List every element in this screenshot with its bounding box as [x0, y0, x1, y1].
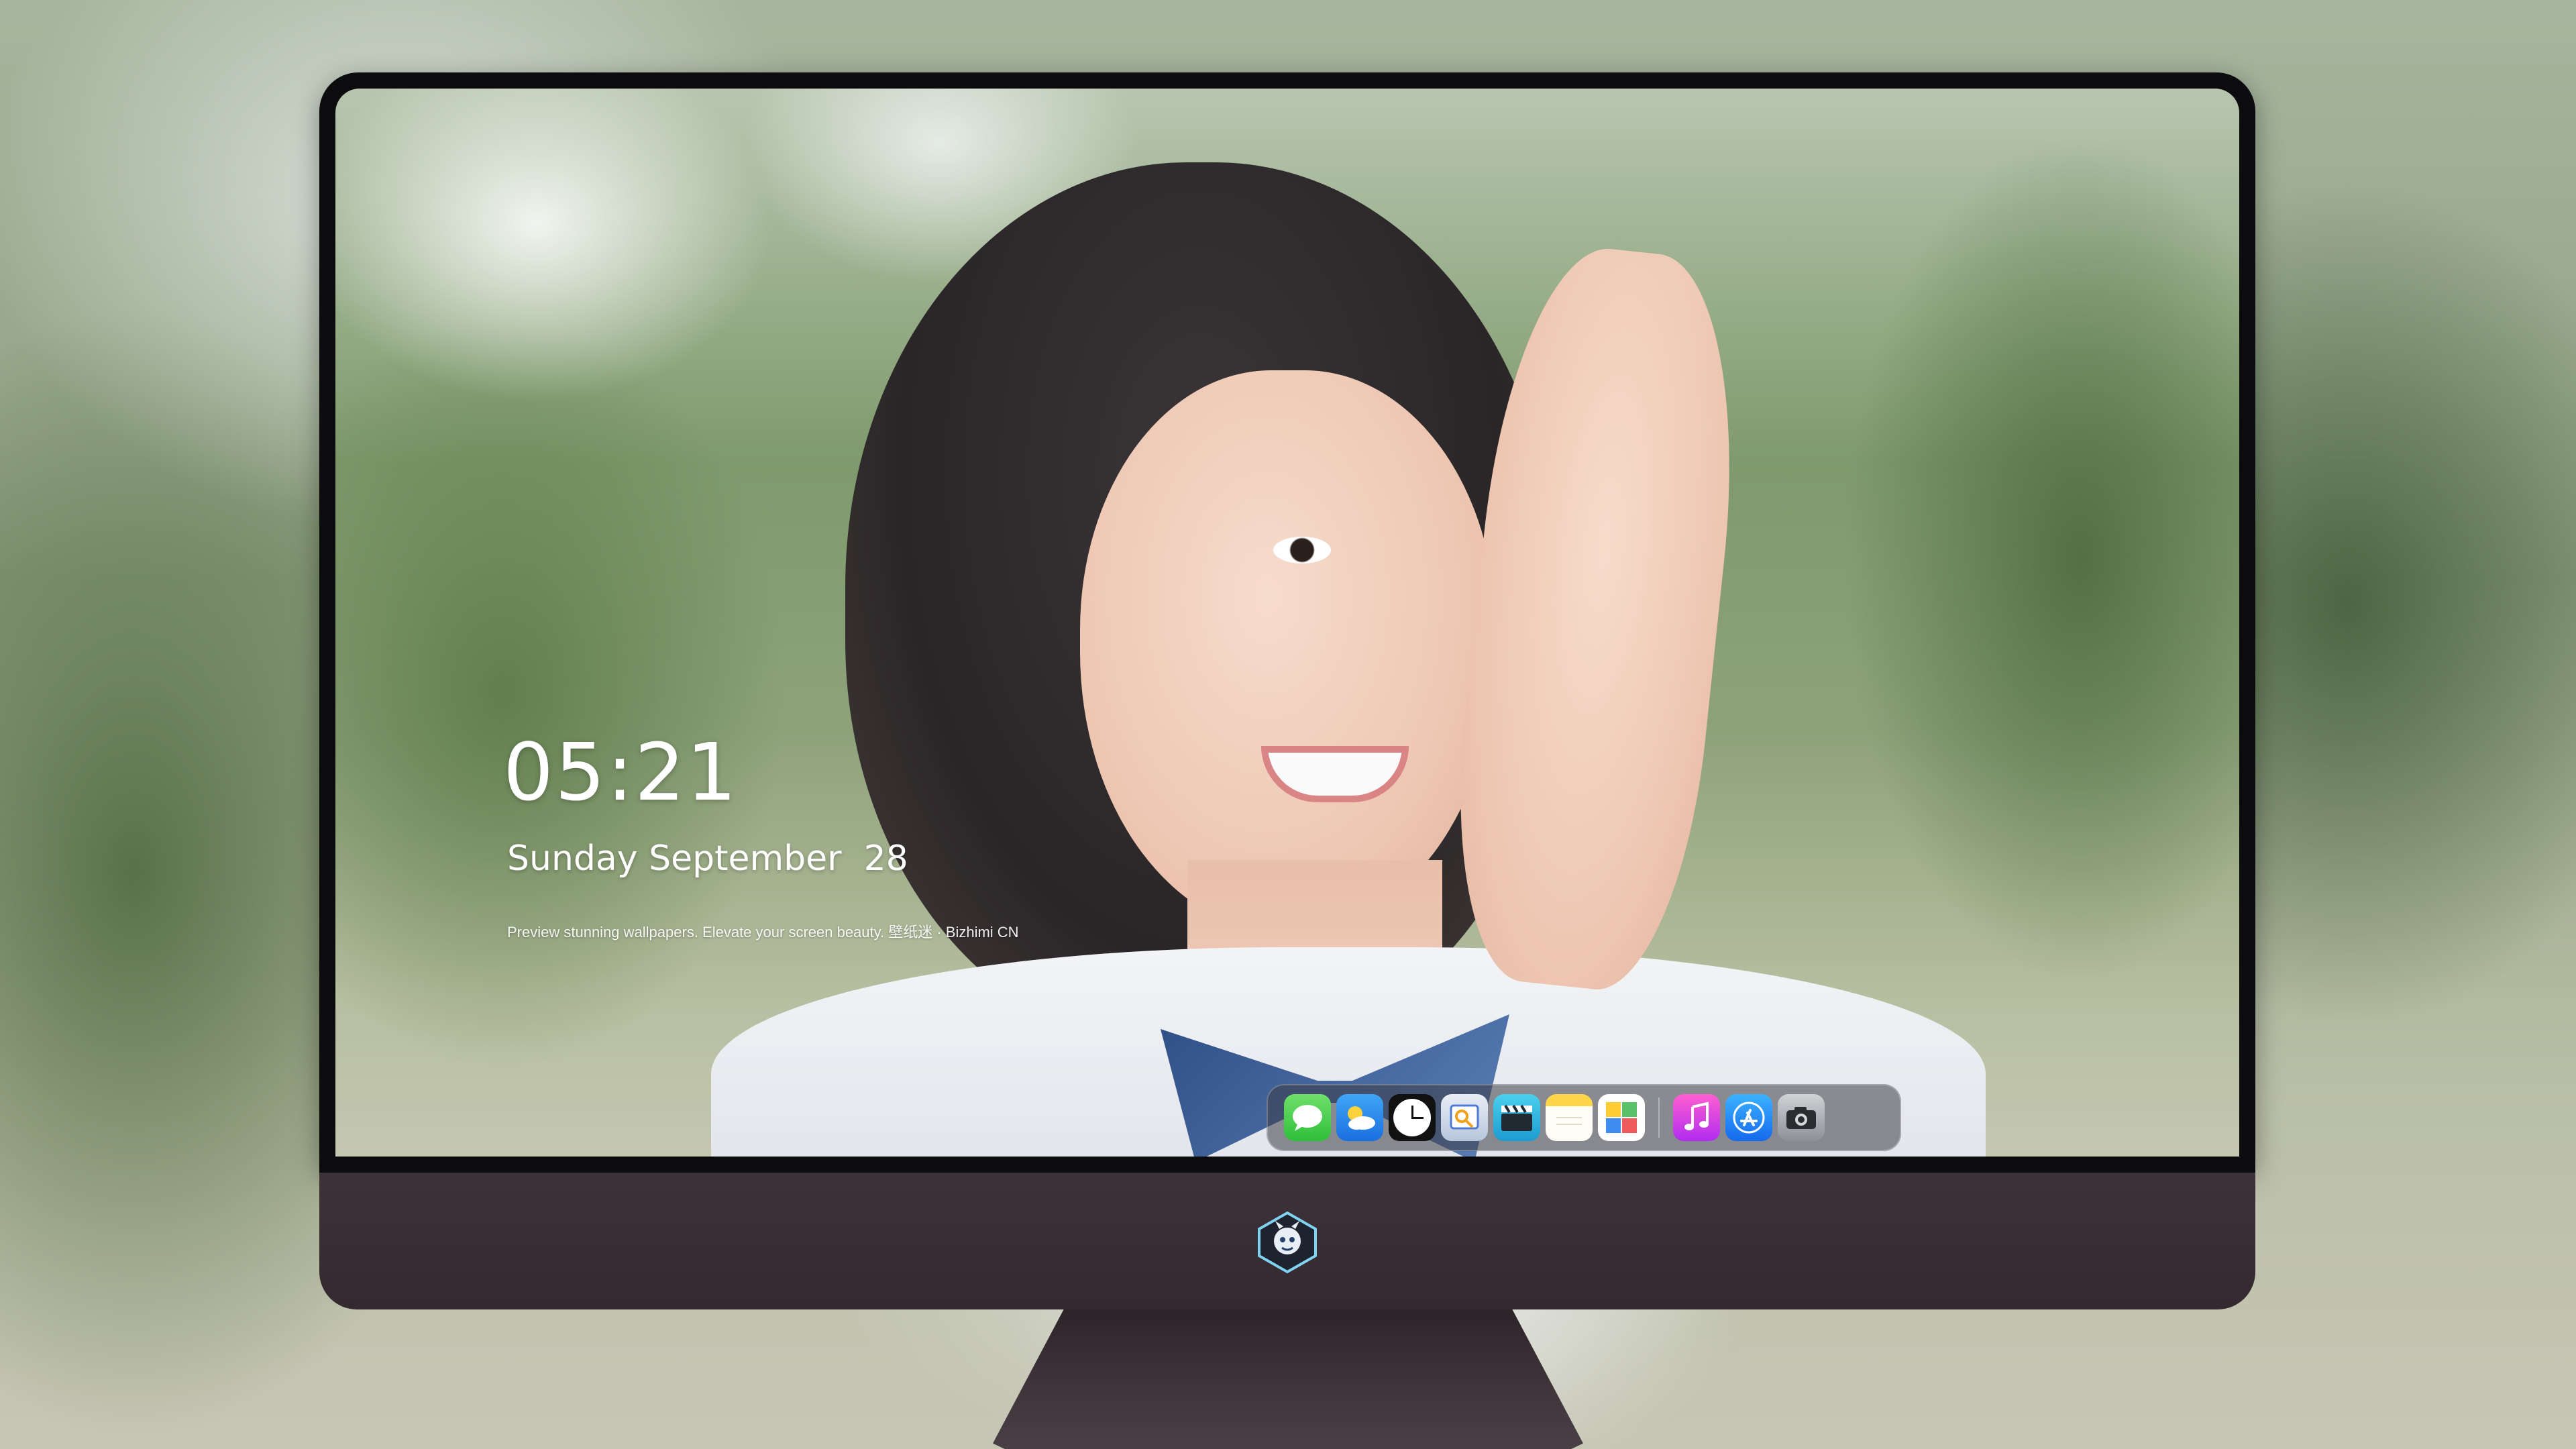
monitor-stand — [993, 1309, 1583, 1449]
clock-icon[interactable] — [1389, 1094, 1436, 1141]
wallpaper-eye — [1273, 537, 1331, 564]
lock-date: Sunday September 28 — [507, 839, 908, 879]
camera-icon[interactable] — [1778, 1094, 1825, 1141]
photos-icon[interactable] — [1598, 1094, 1645, 1141]
dock-separator — [1658, 1097, 1660, 1138]
lock-tagline: Preview stunning wallpapers. Elevate you… — [507, 924, 1019, 941]
clapperboard-icon[interactable] — [1493, 1094, 1540, 1141]
lock-screen: 05:21 Sunday September 28 Preview stunni… — [335, 89, 2239, 1157]
dock — [1267, 1084, 1901, 1151]
monitor-bezel: 05:21 Sunday September 28 Preview stunni… — [319, 72, 2255, 1169]
messages-icon[interactable] — [1284, 1094, 1331, 1141]
lock-time: 05:21 — [503, 726, 739, 818]
notes-icon[interactable] — [1546, 1094, 1593, 1141]
app-store-icon[interactable] — [1725, 1094, 1772, 1141]
monitor-chin — [319, 1169, 2255, 1309]
music-icon[interactable] — [1673, 1094, 1720, 1141]
preview-icon[interactable] — [1441, 1094, 1488, 1141]
monitor-mockup: 05:21 Sunday September 28 Preview stunni… — [319, 72, 2255, 1309]
wallpaper-face — [1080, 370, 1496, 934]
clock-face-icon — [1393, 1099, 1431, 1136]
weather-icon[interactable] — [1336, 1094, 1383, 1141]
brand-logo-icon — [1255, 1210, 1320, 1275]
